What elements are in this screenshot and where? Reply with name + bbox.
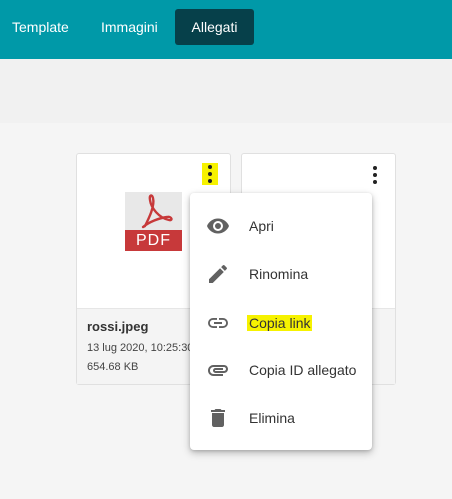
link-icon [208, 318, 228, 328]
pencil-icon [209, 264, 227, 283]
top-navigation-bar: Template Immagini Allegati [0, 0, 452, 59]
trash-icon [211, 409, 225, 427]
eye-icon [207, 218, 229, 234]
menu-item-apri[interactable]: Apri [190, 206, 372, 246]
acrobat-logo-icon [125, 192, 182, 230]
menu-item-label: Copia link [247, 315, 313, 331]
menu-item-label: Elimina [249, 410, 295, 426]
menu-item-copia-id-allegato[interactable]: Copia ID allegato [190, 350, 372, 390]
tab-immagini[interactable]: Immagini [89, 9, 170, 45]
menu-item-copia-link[interactable]: Copia link [190, 303, 372, 343]
pdf-label: PDF [125, 230, 182, 251]
file-date: 13 lug 2020, 10:25:30 [87, 342, 194, 354]
tab-template[interactable]: Template [0, 9, 81, 45]
menu-item-label: Copia ID allegato [249, 362, 357, 378]
menu-item-label: Apri [249, 218, 274, 234]
file-name: rossi.jpeg [87, 319, 149, 334]
toolbar-area [0, 59, 452, 123]
pdf-file-icon: PDF [125, 192, 182, 251]
more-vert-icon[interactable] [202, 163, 218, 185]
menu-item-rinomina[interactable]: Rinomina [190, 254, 372, 294]
more-vert-icon-2[interactable] [367, 164, 383, 186]
menu-item-label: Rinomina [249, 266, 309, 282]
file-size: 654.68 KB [87, 361, 139, 373]
tab-allegati[interactable]: Allegati [175, 9, 254, 45]
paperclip-icon [208, 365, 228, 376]
context-menu: Apri Rinomina Copia link Copia ID allega… [190, 193, 372, 450]
menu-item-elimina[interactable]: Elimina [190, 398, 372, 438]
